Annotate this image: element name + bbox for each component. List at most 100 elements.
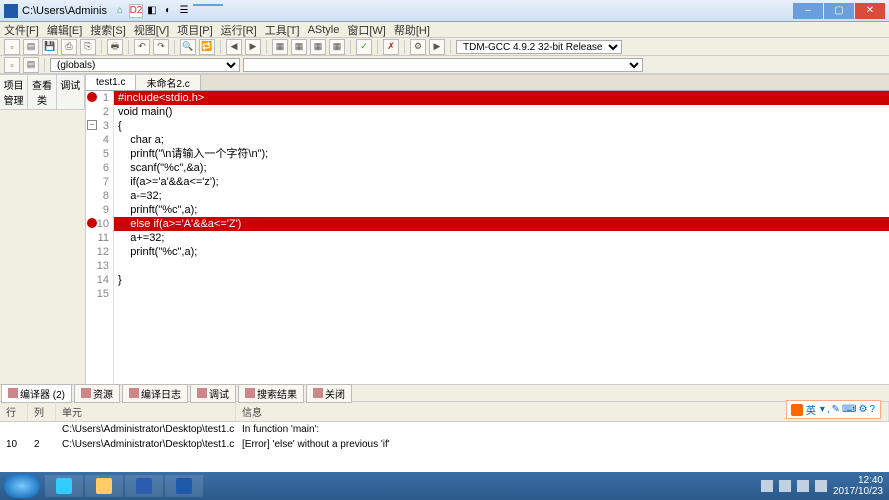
code-line[interactable]: void main() bbox=[114, 105, 889, 119]
toolbar-nav: ▫ ▤ (globals) bbox=[0, 56, 889, 74]
undo-icon[interactable]: ↶ bbox=[134, 39, 150, 55]
maximize-button[interactable]: ▢ bbox=[824, 3, 854, 19]
bottom-tab[interactable]: 搜索结果 bbox=[238, 384, 304, 403]
left-tab[interactable]: 查看类 bbox=[28, 75, 56, 109]
grid4-icon[interactable]: ▦ bbox=[329, 39, 345, 55]
new-file-icon[interactable]: ▫ bbox=[4, 39, 20, 55]
code-line[interactable]: prinft("%c",a); bbox=[114, 245, 889, 259]
compiler-select[interactable]: TDM-GCC 4.9.2 32-bit Release bbox=[456, 40, 622, 54]
menu-item[interactable]: 窗口[W] bbox=[347, 22, 386, 38]
find-icon[interactable]: 🔍 bbox=[180, 39, 196, 55]
grid2-icon[interactable]: ▦ bbox=[291, 39, 307, 55]
code-line[interactable]: char a; bbox=[114, 133, 889, 147]
save-as-icon[interactable]: ⎘ bbox=[80, 39, 96, 55]
ime-icon[interactable]: ✎ bbox=[832, 404, 840, 415]
check-icon[interactable]: ✓ bbox=[356, 39, 372, 55]
code-line[interactable]: { bbox=[114, 119, 889, 133]
tray-flag-icon[interactable] bbox=[761, 480, 773, 492]
tab-label[interactable]: D2 bbox=[129, 4, 143, 18]
menu-item[interactable]: 视图[V] bbox=[134, 22, 169, 38]
tray-msg-icon[interactable] bbox=[815, 480, 827, 492]
start-button[interactable] bbox=[4, 474, 40, 498]
extra-icon-2[interactable]: ◐ bbox=[161, 4, 175, 18]
home-icon[interactable]: ⌂ bbox=[113, 4, 127, 18]
menu-item[interactable]: 搜索[S] bbox=[90, 22, 125, 38]
code-line[interactable]: if(a>='a'&&a<='z'); bbox=[114, 175, 889, 189]
menu-item[interactable]: 编辑[E] bbox=[47, 22, 82, 38]
member-select[interactable] bbox=[243, 58, 643, 72]
ime-toolbar[interactable]: 英 ▾,✎⌨⚙? bbox=[786, 400, 881, 419]
code-area[interactable]: 123−456789101112131415 #include<stdio.h>… bbox=[86, 91, 889, 384]
extra-icon-3[interactable]: ☰ bbox=[177, 4, 191, 18]
ime-icon[interactable]: , bbox=[827, 404, 830, 415]
grid-icon[interactable]: ▦ bbox=[272, 39, 288, 55]
back-icon[interactable]: ◀ bbox=[226, 39, 242, 55]
extra-icon-4[interactable] bbox=[193, 4, 223, 18]
code-lines[interactable]: #include<stdio.h>void main(){ char a; pr… bbox=[114, 91, 889, 384]
menu-item[interactable]: 帮助[H] bbox=[394, 22, 430, 38]
file-tab[interactable]: 未命名2.c bbox=[136, 75, 200, 90]
code-line[interactable]: prinft("\n请输入一个字符\n"); bbox=[114, 147, 889, 161]
open-file-icon[interactable]: ▤ bbox=[23, 39, 39, 55]
code-line[interactable]: scanf("%c",&a); bbox=[114, 161, 889, 175]
tray-vol-icon[interactable] bbox=[797, 480, 809, 492]
ime-icon[interactable]: ⚙ bbox=[858, 404, 867, 415]
ime-icon[interactable]: ⌨ bbox=[842, 404, 856, 415]
ime-lang[interactable]: 英 bbox=[806, 402, 816, 417]
error-row[interactable]: 102C:\Users\Administrator\Desktop\test1.… bbox=[0, 437, 889, 452]
code-line[interactable] bbox=[114, 259, 889, 273]
taskbar-word-icon[interactable] bbox=[125, 475, 163, 497]
redo-icon[interactable]: ↷ bbox=[153, 39, 169, 55]
line-number: 7 bbox=[86, 175, 113, 189]
bottom-tab[interactable]: 编译器 (2) bbox=[1, 384, 72, 403]
separator bbox=[450, 40, 451, 54]
menu-item[interactable]: 工具[T] bbox=[265, 22, 300, 38]
run-icon[interactable]: ▶ bbox=[429, 39, 445, 55]
bottom-tab[interactable]: 调试 bbox=[190, 384, 236, 403]
left-tab[interactable]: 调试 bbox=[57, 75, 85, 109]
code-line[interactable] bbox=[114, 287, 889, 301]
left-tab[interactable]: 项目管理 bbox=[0, 75, 28, 109]
menu-item[interactable]: 文件[F] bbox=[4, 22, 39, 38]
menu-item[interactable]: 运行[R] bbox=[221, 22, 257, 38]
menu-item[interactable]: AStyle bbox=[308, 24, 340, 36]
ime-logo-icon[interactable] bbox=[791, 404, 803, 416]
code-line[interactable]: prinft("%c",a); bbox=[114, 203, 889, 217]
bottom-tab[interactable]: 关闭 bbox=[306, 384, 352, 403]
open-proj-icon[interactable]: ▤ bbox=[23, 57, 39, 73]
save-all-icon[interactable]: ⎙ bbox=[61, 39, 77, 55]
taskbar-devcpp-icon[interactable] bbox=[165, 475, 203, 497]
taskbar-explorer-icon[interactable] bbox=[85, 475, 123, 497]
tray-net-icon[interactable] bbox=[779, 480, 791, 492]
code-line[interactable]: #include<stdio.h> bbox=[114, 91, 889, 105]
title-quick-icons: ⌂ D2 ◧ ◐ ☰ bbox=[113, 4, 223, 18]
close-button[interactable]: ✕ bbox=[855, 3, 885, 19]
grid3-icon[interactable]: ▦ bbox=[310, 39, 326, 55]
error-row[interactable]: C:\Users\Administrator\Desktop\test1.cIn… bbox=[0, 422, 889, 437]
scope-select[interactable]: (globals) bbox=[50, 58, 240, 72]
ime-icon[interactable]: ▾ bbox=[820, 404, 825, 415]
bottom-tab[interactable]: 编译日志 bbox=[122, 384, 188, 403]
code-line[interactable]: a+=32; bbox=[114, 231, 889, 245]
minimize-button[interactable]: – bbox=[793, 3, 823, 19]
save-icon[interactable]: 💾 bbox=[42, 39, 58, 55]
code-line[interactable]: } bbox=[114, 273, 889, 287]
menu-item[interactable]: 项目[P] bbox=[177, 22, 212, 38]
code-line[interactable]: else if(a>='A'&&a<='Z') bbox=[114, 217, 889, 231]
app-icon bbox=[4, 4, 18, 18]
line-number: 5 bbox=[86, 147, 113, 161]
new-proj-icon[interactable]: ▫ bbox=[4, 57, 20, 73]
clock[interactable]: 12:40 2017/10/23 bbox=[833, 475, 883, 497]
forward-icon[interactable]: ▶ bbox=[245, 39, 261, 55]
taskbar-ie-icon[interactable] bbox=[45, 475, 83, 497]
replace-icon[interactable]: 🔁 bbox=[199, 39, 215, 55]
print-icon[interactable]: 🖶 bbox=[107, 39, 123, 55]
extra-icon-1[interactable]: ◧ bbox=[145, 4, 159, 18]
file-tab[interactable]: test1.c bbox=[86, 75, 136, 90]
error-panel: 行 列 单元 信息 C:\Users\Administrator\Desktop… bbox=[0, 402, 889, 482]
ime-icon[interactable]: ? bbox=[869, 404, 875, 415]
cross-icon[interactable]: ✗ bbox=[383, 39, 399, 55]
bottom-tab[interactable]: 资源 bbox=[74, 384, 120, 403]
code-line[interactable]: a-=32; bbox=[114, 189, 889, 203]
compile-icon[interactable]: ⚙ bbox=[410, 39, 426, 55]
